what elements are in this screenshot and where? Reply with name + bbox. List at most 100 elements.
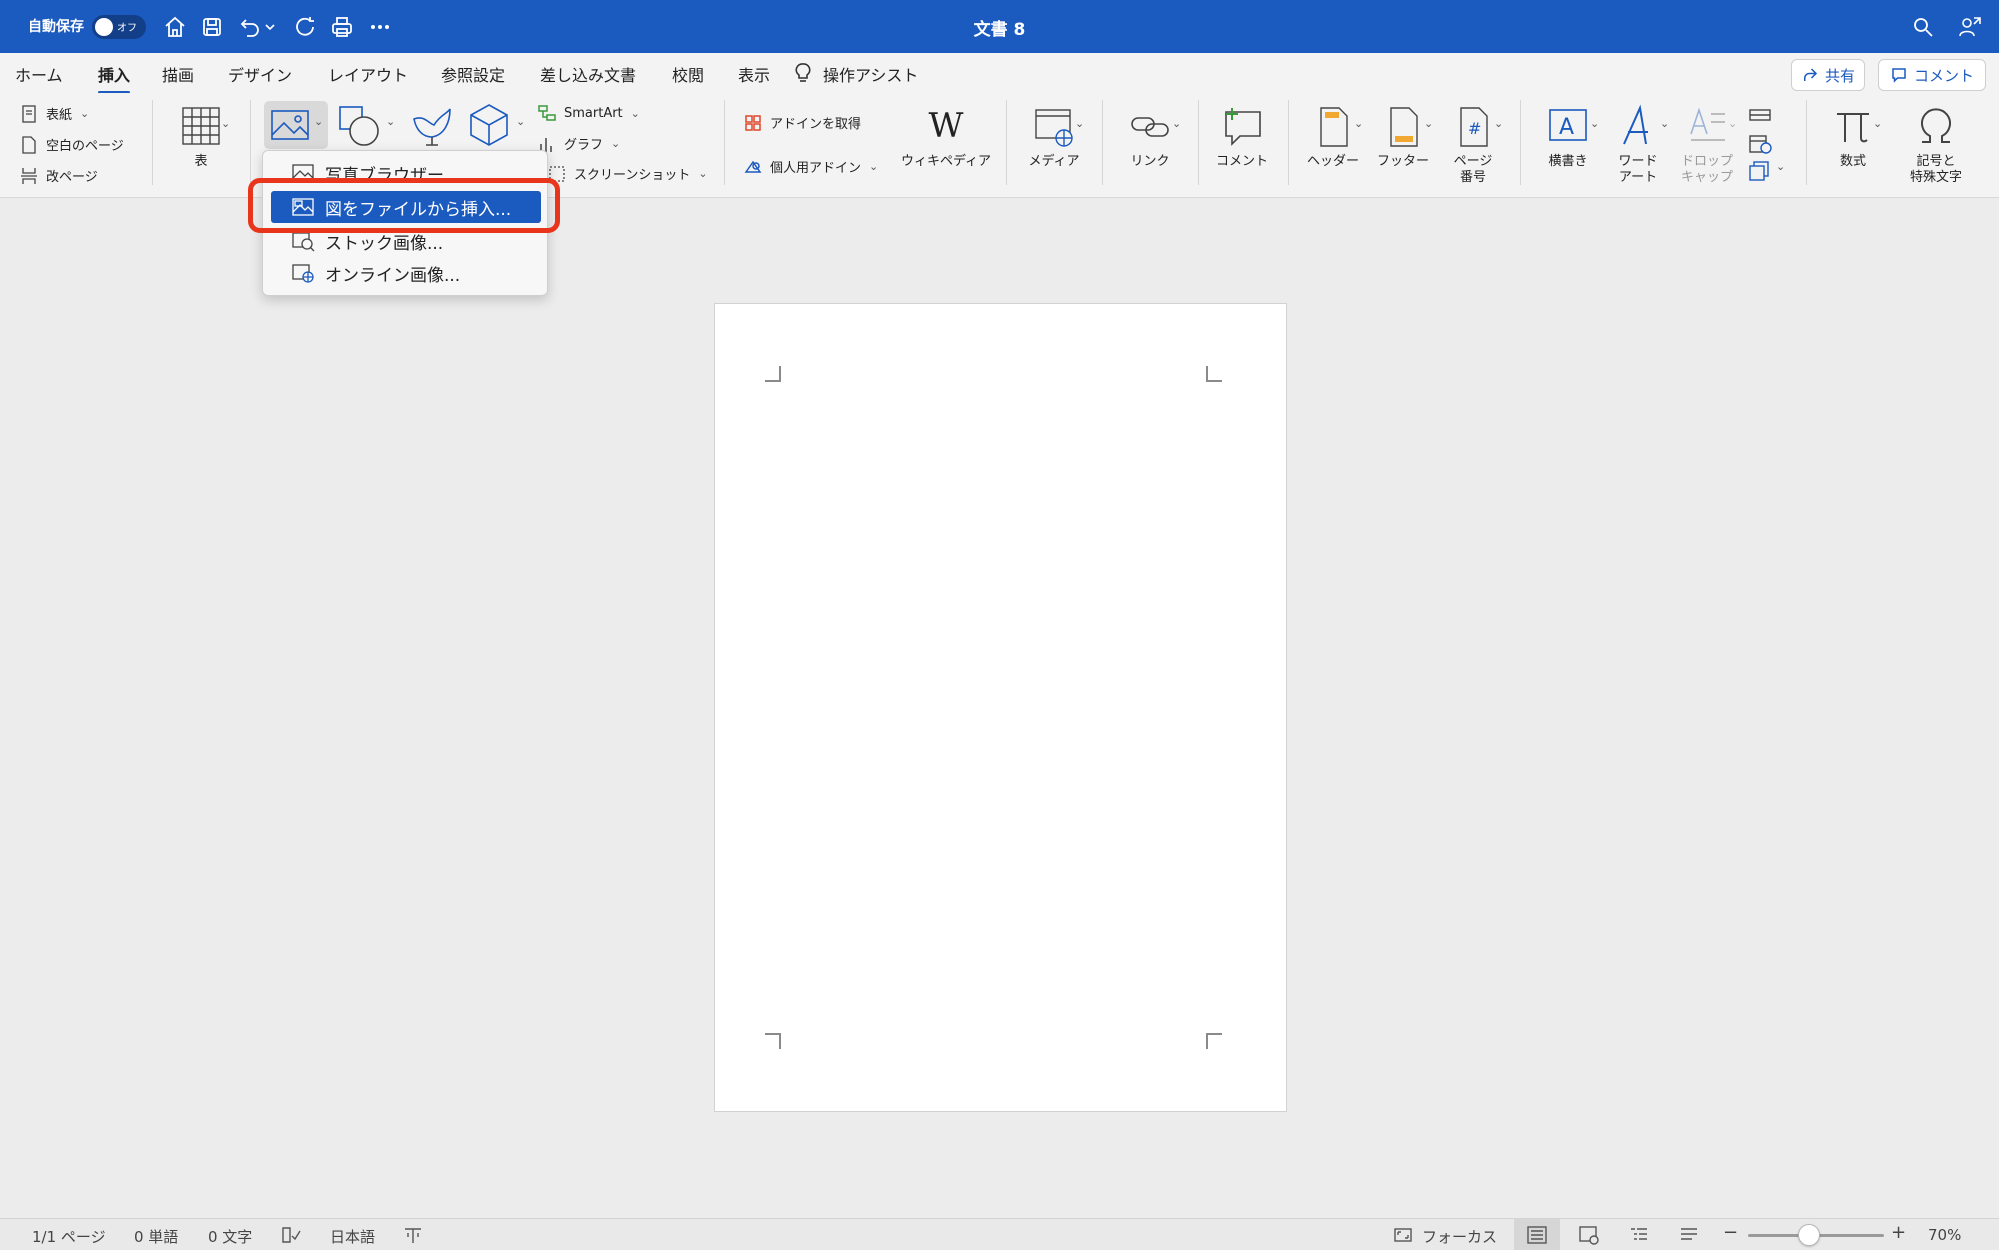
tab-references[interactable]: 参照設定 bbox=[441, 62, 505, 86]
toggle-knob bbox=[95, 18, 113, 36]
chevron-down-icon: ⌄ bbox=[1494, 117, 1504, 130]
wikipedia-label: ウィキペディア bbox=[900, 154, 992, 169]
new-comment-button[interactable]: コメント bbox=[1208, 104, 1276, 170]
object-button[interactable]: ⌄ bbox=[1748, 160, 1788, 182]
my-addins-label: 個人用アドイン bbox=[770, 161, 862, 176]
page-number-icon: # bbox=[1460, 107, 1488, 147]
share-button[interactable]: 共有 bbox=[1791, 59, 1865, 91]
chart-button[interactable]: グラフ ⌄ bbox=[538, 134, 620, 153]
store-icon bbox=[745, 114, 761, 131]
ribbon-separator bbox=[1288, 100, 1289, 185]
3d-models-button[interactable]: ⌄ bbox=[466, 101, 530, 149]
cover-page-icon bbox=[22, 104, 36, 123]
char-count[interactable]: 0 文字 bbox=[208, 1226, 252, 1247]
print-layout-icon bbox=[1527, 1226, 1547, 1244]
tab-review[interactable]: 校閲 bbox=[672, 62, 704, 86]
share-button-label: 共有 bbox=[1824, 66, 1855, 85]
zoom-level[interactable]: 70% bbox=[1928, 1226, 1961, 1244]
date-time-icon[interactable] bbox=[1748, 132, 1772, 154]
symbol-label-2: 特殊文字 bbox=[1909, 170, 1962, 186]
zoom-out-button[interactable]: − bbox=[1723, 1222, 1738, 1243]
pictures-button[interactable]: ⌄ bbox=[264, 101, 328, 149]
comment-icon bbox=[1892, 68, 1906, 83]
tab-view[interactable]: 表示 bbox=[738, 62, 770, 86]
ribbon-separator bbox=[1806, 100, 1807, 185]
web-layout-icon[interactable] bbox=[1578, 1224, 1600, 1246]
bird-icon bbox=[413, 108, 451, 146]
get-addins-button[interactable]: アドインを取得 bbox=[744, 113, 861, 132]
online-pictures-icon bbox=[292, 264, 314, 283]
text-box-button[interactable]: A 横書き bbox=[1530, 104, 1606, 170]
document-title: 文書 8 bbox=[973, 20, 1026, 40]
chevron-down-icon: ⌄ bbox=[611, 137, 621, 150]
link-label: リンク bbox=[1130, 154, 1170, 169]
screenshot-label: スクリーンショット bbox=[574, 168, 691, 183]
tab-design[interactable]: デザイン bbox=[228, 62, 292, 86]
document-page[interactable] bbox=[714, 303, 1287, 1112]
language[interactable]: 日本語 bbox=[330, 1226, 375, 1247]
ribbon-separator bbox=[724, 100, 725, 185]
proofing-icon[interactable] bbox=[280, 1224, 302, 1246]
menu-item-online-pictures[interactable]: オンライン画像... bbox=[271, 257, 541, 289]
ribbon-tabs: ホーム 挿入 描画 デザイン レイアウト 参照設定 差し込み文書 校閲 表示 操… bbox=[0, 53, 1999, 94]
drop-cap-icon bbox=[1690, 107, 1725, 141]
margin-corner-mark bbox=[1206, 366, 1222, 382]
tab-layout[interactable]: レイアウト bbox=[328, 62, 408, 86]
print-icon[interactable] bbox=[327, 12, 357, 42]
redo-icon[interactable] bbox=[290, 12, 320, 42]
page-number-label-1: ページ bbox=[1453, 154, 1493, 169]
footer-button[interactable]: フッター bbox=[1370, 104, 1436, 170]
tab-tell-me[interactable]: 操作アシスト bbox=[823, 62, 918, 86]
page-break-button[interactable]: 改ページ bbox=[20, 166, 98, 185]
page-count[interactable]: 1/1 ページ bbox=[32, 1226, 106, 1247]
zoom-in-button[interactable]: + bbox=[1891, 1222, 1906, 1243]
link-button[interactable]: リンク bbox=[1112, 104, 1188, 170]
cover-page-label: 表紙 bbox=[46, 108, 73, 123]
chevron-down-icon: ⌄ bbox=[1424, 117, 1434, 130]
screenshot-button[interactable]: スクリーンショット ⌄ bbox=[548, 164, 708, 183]
header-button[interactable]: ヘッダー bbox=[1300, 104, 1366, 170]
get-addins-label: アドインを取得 bbox=[770, 117, 862, 132]
word-count[interactable]: 0 単語 bbox=[134, 1226, 178, 1247]
home-icon[interactable] bbox=[160, 12, 190, 42]
share-person-icon[interactable] bbox=[1955, 12, 1985, 42]
cover-page-button[interactable]: 表紙 ⌄ bbox=[20, 104, 89, 123]
table-button[interactable]: 表 bbox=[168, 104, 234, 170]
equation-button[interactable]: 数式 bbox=[1818, 104, 1888, 170]
tab-insert[interactable]: 挿入 bbox=[98, 62, 131, 94]
smartart-button[interactable]: SmartArt ⌄ bbox=[538, 104, 640, 122]
search-icon[interactable] bbox=[1908, 12, 1938, 42]
wikipedia-icon: W bbox=[928, 106, 964, 146]
more-icon[interactable] bbox=[365, 12, 395, 42]
icons-button[interactable] bbox=[408, 101, 458, 149]
svg-text:A: A bbox=[1559, 115, 1574, 140]
equation-label: 数式 bbox=[1839, 154, 1866, 169]
chevron-down-icon: ⌄ bbox=[1776, 160, 1786, 173]
undo-dropdown-chevron-icon[interactable] bbox=[262, 12, 278, 42]
save-icon[interactable] bbox=[197, 12, 227, 42]
focus-mode-label[interactable]: フォーカス bbox=[1422, 1226, 1497, 1247]
tab-draw[interactable]: 描画 bbox=[162, 62, 194, 86]
media-button[interactable]: メディア bbox=[1018, 104, 1090, 170]
shapes-button[interactable]: ⌄ bbox=[336, 101, 398, 149]
tab-mailings[interactable]: 差し込み文書 bbox=[540, 62, 636, 86]
undo-icon[interactable] bbox=[235, 12, 265, 42]
wikipedia-button[interactable]: W ウィキペディア bbox=[894, 104, 998, 170]
zoom-slider-thumb[interactable] bbox=[1798, 1224, 1821, 1246]
accessibility-icon[interactable] bbox=[402, 1224, 424, 1246]
comments-button[interactable]: コメント bbox=[1878, 59, 1986, 91]
media-icon bbox=[1035, 109, 1073, 147]
draft-view-icon[interactable] bbox=[1678, 1224, 1700, 1246]
symbol-button[interactable]: 記号と 特殊文字 bbox=[1884, 104, 1988, 187]
my-addins-button[interactable]: 個人用アドイン ⌄ bbox=[744, 157, 878, 176]
outline-view-icon[interactable] bbox=[1628, 1224, 1650, 1246]
print-layout-view-button[interactable] bbox=[1514, 1219, 1560, 1250]
title-bar: 自動保存 オフ 文書 8 bbox=[0, 0, 1999, 53]
autosave-toggle[interactable]: オフ bbox=[92, 15, 146, 39]
tab-home[interactable]: ホーム bbox=[15, 62, 63, 86]
blank-page-button[interactable]: 空白のページ bbox=[20, 135, 124, 154]
focus-icon[interactable] bbox=[1392, 1224, 1414, 1246]
text-box-icon: A bbox=[1549, 109, 1587, 141]
signature-line-icon[interactable] bbox=[1748, 104, 1772, 126]
menu-item-label: オンライン画像... bbox=[325, 265, 461, 286]
